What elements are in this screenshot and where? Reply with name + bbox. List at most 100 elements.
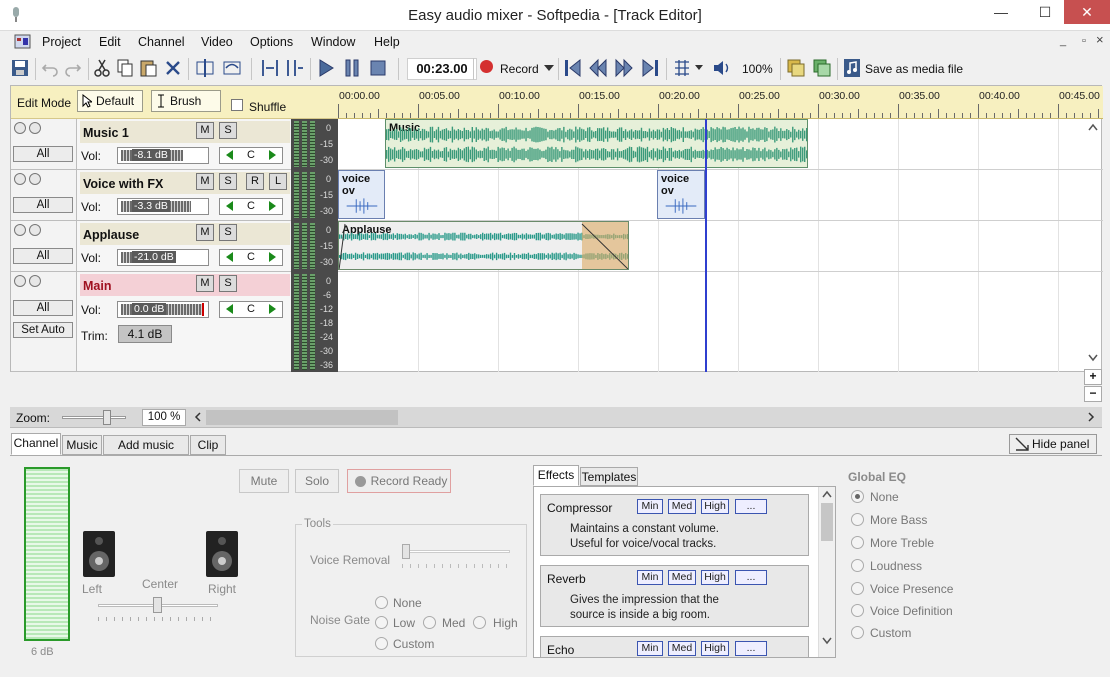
balance-slider-thumb[interactable] [153,597,162,613]
solo-button[interactable]: S [219,173,237,190]
delete-icon[interactable] [163,57,183,79]
scroll-left-icon[interactable] [194,412,202,422]
gate-custom-radio[interactable] [375,637,388,650]
marker-left-icon[interactable] [260,57,280,79]
undo-icon[interactable] [40,57,60,79]
menu-window[interactable]: Window [311,35,355,49]
layer-green-icon[interactable] [812,57,832,79]
track-toggle-icon[interactable] [29,224,41,236]
zoom-slider-thumb[interactable] [103,410,111,425]
layer-yellow-icon[interactable] [786,57,806,79]
set-auto-button[interactable]: Set Auto [13,322,73,338]
eq-more-treble-radio[interactable] [851,536,864,549]
timeline-lanes[interactable]: Music voice ov voice ov Applause [338,119,1103,372]
voice-removal-slider[interactable] [402,550,510,553]
default-mode-button[interactable]: Default [77,90,143,112]
effect-more-button[interactable]: ... [735,641,767,656]
effect-med-button[interactable]: Med [668,641,696,656]
tab-channel[interactable]: Channel [11,433,61,455]
voice-removal-thumb[interactable] [402,544,410,559]
all-button[interactable]: All [13,300,73,316]
track-toggle-icon[interactable] [29,122,41,134]
mute-button[interactable]: M [196,224,214,241]
volume-slider[interactable]: -21.0 dB [117,249,209,266]
tab-music[interactable]: Music [62,435,102,455]
pan-right-icon[interactable] [269,304,276,314]
eq-custom-radio[interactable] [851,626,864,639]
track-toggle-icon[interactable] [14,173,26,185]
pause-icon[interactable] [342,57,362,79]
gate-high-radio[interactable] [473,616,486,629]
menu-edit[interactable]: Edit [99,35,121,49]
mute-button[interactable]: M [196,173,214,190]
cut-icon[interactable] [92,57,112,79]
record-dropdown-icon[interactable] [544,65,554,71]
play-icon[interactable] [316,57,336,79]
brush-mode-button[interactable]: Brush [151,90,221,112]
voice-clip[interactable]: voice ov [657,170,705,219]
grid-icon[interactable] [672,57,692,79]
record-enable-button[interactable]: R [246,173,264,190]
record-ready-button[interactable]: Record Ready [347,469,451,493]
timeline-ruler[interactable]: 00:00.00 00:05.00 00:10.00 00:15.00 00:20.00… [338,86,1103,119]
effect-high-button[interactable]: High [701,499,729,514]
zoom-in-button[interactable]: + [1084,369,1102,385]
solo-button[interactable]: S [219,275,237,292]
save-media-button[interactable]: Save as media file [865,62,963,76]
hide-panel-button[interactable]: Hide panel [1009,434,1097,454]
tab-effects[interactable]: Effects [533,465,579,486]
gate-none-radio[interactable] [375,596,388,609]
effect-more-button[interactable]: ... [735,499,767,514]
effect-more-button[interactable]: ... [735,570,767,585]
scroll-up-icon[interactable] [1087,122,1099,132]
eq-voice-presence-radio[interactable] [851,582,864,595]
solo-channel-button[interactable]: Solo [295,469,339,493]
pan-right-icon[interactable] [269,150,276,160]
effects-scroll-thumb[interactable] [821,503,833,541]
tab-add-music-file[interactable]: Add music file... [103,435,189,470]
track-toggle-icon[interactable] [14,224,26,236]
maximize-button[interactable]: ☐ [1028,0,1062,24]
effect-min-button[interactable]: Min [637,570,663,585]
gate-low-radio[interactable] [375,616,388,629]
gate-med-radio[interactable] [423,616,436,629]
eq-more-bass-radio[interactable] [851,513,864,526]
volume-slider[interactable]: -8.1 dB [117,147,209,164]
pan-control[interactable]: C [219,249,283,266]
loop-enable-button[interactable]: L [269,173,287,190]
go-start-icon[interactable] [563,57,583,79]
mdi-close-button[interactable]: × [1096,32,1104,47]
forward-icon[interactable] [614,57,634,79]
effect-min-button[interactable]: Min [637,641,663,656]
go-end-icon[interactable] [640,57,660,79]
zoom-out-button[interactable]: − [1084,386,1102,402]
effect-med-button[interactable]: Med [668,499,696,514]
scroll-down-icon[interactable] [1087,352,1099,362]
track-toggle-icon[interactable] [14,122,26,134]
stop-icon[interactable] [368,57,388,79]
all-button[interactable]: All [13,248,73,264]
trim-value[interactable]: 4.1 dB [118,325,172,343]
mute-button[interactable]: M [196,122,214,139]
eq-voice-definition-radio[interactable] [851,604,864,617]
pan-left-icon[interactable] [226,201,233,211]
redo-icon[interactable] [63,57,83,79]
menu-video[interactable]: Video [201,35,233,49]
record-icon[interactable] [480,60,493,73]
menu-options[interactable]: Options [250,35,293,49]
volume-slider[interactable]: 0.0 dB [117,301,209,318]
master-fader[interactable] [24,467,70,641]
effect-med-button[interactable]: Med [668,570,696,585]
tab-clip[interactable]: Clip [190,435,226,455]
record-button[interactable]: Record [500,62,539,76]
shuffle-checkbox[interactable] [231,99,243,111]
save-icon[interactable] [10,57,30,79]
scroll-right-icon[interactable] [1087,412,1095,422]
minimize-button[interactable]: — [984,0,1018,24]
playhead[interactable] [705,119,707,372]
split-icon[interactable] [195,57,215,79]
pan-left-icon[interactable] [226,252,233,262]
paste-icon[interactable] [138,57,158,79]
marker-right-icon[interactable] [285,57,305,79]
rewind-icon[interactable] [588,57,608,79]
